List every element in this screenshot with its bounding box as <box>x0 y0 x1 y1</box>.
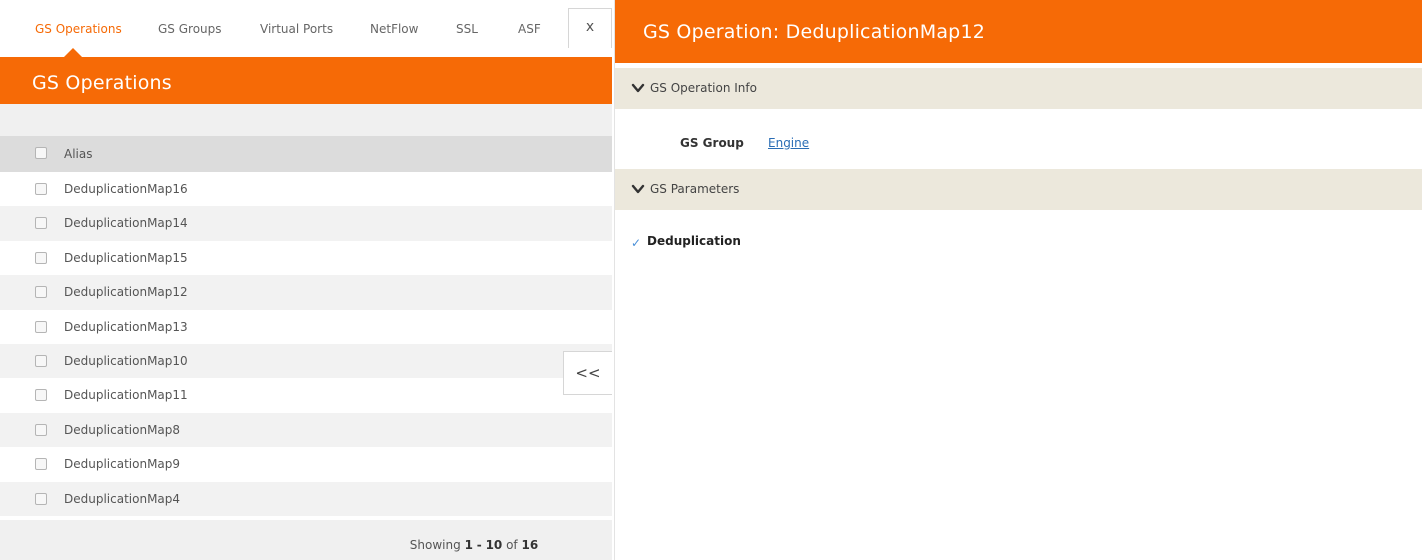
panel-header: GS Operations <box>0 57 612 104</box>
row-checkbox[interactable] <box>35 354 47 367</box>
row-checkbox[interactable] <box>35 286 47 299</box>
table-row[interactable]: DeduplicationMap8 <box>0 412 612 448</box>
alias-cell: DeduplicationMap13 <box>64 319 188 334</box>
table-row[interactable]: DeduplicationMap10 <box>0 343 612 379</box>
close-button[interactable]: x <box>568 8 612 48</box>
alias-cell: DeduplicationMap9 <box>64 457 181 472</box>
gs-group-link[interactable]: Engine <box>768 136 809 150</box>
row-checkbox[interactable] <box>35 183 47 195</box>
tab-virtual-ports[interactable]: Virtual Ports <box>260 22 333 36</box>
section-gs-operation-info[interactable]: GS Operation Info <box>615 68 1422 109</box>
table-row[interactable]: DeduplicationMap9 <box>0 447 612 482</box>
detail-title: GS Operation: DeduplicationMap12 <box>643 21 986 43</box>
check-icon: ✓ <box>631 236 642 250</box>
alias-cell: DeduplicationMap8 <box>64 422 181 437</box>
alias-cell: DeduplicationMap16 <box>64 182 188 196</box>
section-label: GS Parameters <box>650 182 740 196</box>
table-row[interactable]: DeduplicationMap12 <box>0 275 612 310</box>
table-row[interactable]: DeduplicationMap13 <box>0 309 612 344</box>
row-checkbox[interactable] <box>35 389 47 402</box>
page-title: GS Operations <box>32 72 172 94</box>
active-tab-pointer <box>64 48 82 57</box>
chevron-down-icon <box>631 184 645 194</box>
table-row[interactable]: DeduplicationMap4 <box>0 481 612 516</box>
section-gs-parameters[interactable]: GS Parameters <box>615 169 1422 210</box>
alias-cell: DeduplicationMap14 <box>64 216 188 231</box>
pagination-footer: Showing 1 - 10 of 16 <box>0 520 612 560</box>
tab-ssl[interactable]: SSL <box>456 22 478 36</box>
row-checkbox[interactable] <box>35 492 47 505</box>
gs-operations-table: Alias DeduplicationMap16 DeduplicationMa… <box>0 136 612 516</box>
alias-cell: DeduplicationMap15 <box>64 250 188 265</box>
select-all-checkbox[interactable] <box>35 147 47 159</box>
tab-asf[interactable]: ASF <box>518 22 541 36</box>
tab-gs-groups[interactable]: GS Groups <box>158 22 222 36</box>
tab-gs-operations[interactable]: GS Operations <box>35 22 122 36</box>
tab-netflow[interactable]: NetFlow <box>370 22 418 36</box>
section-label: GS Operation Info <box>650 81 757 95</box>
detail-header: GS Operation: DeduplicationMap12 <box>615 0 1422 63</box>
alias-cell: DeduplicationMap10 <box>64 353 188 368</box>
row-checkbox[interactable] <box>35 423 47 436</box>
pagination-summary: Showing 1 - 10 of 16 <box>409 538 539 552</box>
alias-cell: DeduplicationMap4 <box>64 491 181 506</box>
column-header-alias[interactable]: Alias <box>64 147 92 161</box>
row-checkbox[interactable] <box>35 251 47 264</box>
gs-group-label: GS Group <box>680 136 744 150</box>
gs-operation-detail-panel: GS Operation: DeduplicationMap12 GS Oper… <box>614 0 1422 560</box>
table-row[interactable]: DeduplicationMap16 <box>0 172 612 207</box>
row-checkbox[interactable] <box>35 458 47 471</box>
alias-cell: DeduplicationMap12 <box>64 285 188 300</box>
collapse-panel-button[interactable]: << <box>563 351 612 395</box>
alias-cell: DeduplicationMap11 <box>64 388 188 403</box>
toolbar-band <box>0 104 612 136</box>
row-checkbox[interactable] <box>35 217 47 230</box>
table-header-row: Alias <box>0 136 612 172</box>
tab-bar: GS Operations GS Groups Virtual Ports Ne… <box>0 0 560 57</box>
table-row[interactable]: DeduplicationMap14 <box>0 206 612 241</box>
gs-operations-panel: GS Operations GS Groups Virtual Ports Ne… <box>0 0 612 560</box>
row-checkbox[interactable] <box>35 320 47 333</box>
chevron-down-icon <box>631 83 645 93</box>
table-row[interactable]: DeduplicationMap15 <box>0 240 612 276</box>
deduplication-parameter: Deduplication <box>647 234 741 248</box>
table-row[interactable]: DeduplicationMap11 <box>0 378 612 413</box>
